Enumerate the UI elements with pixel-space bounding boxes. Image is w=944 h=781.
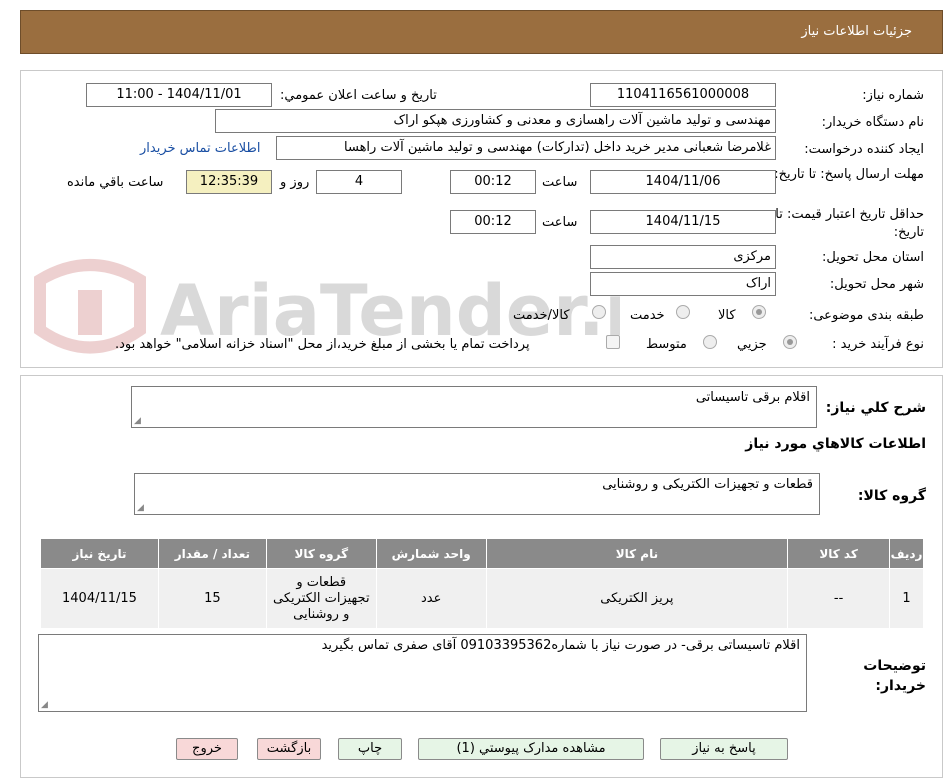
goods-group-textarea[interactable]: قطعات و تجهیزات الکتریکی و روشنایی ◢ — [134, 473, 820, 515]
buyer-field[interactable]: مهندسی و تولید ماشین آلات راهسازی و معدن… — [215, 109, 776, 133]
category-label: طبقه بندی موضوعی: — [808, 308, 924, 323]
col-date-header: تاريخ نياز — [40, 538, 159, 569]
announce-label: تاریخ و ساعت اعلان عمومي: — [280, 88, 437, 103]
exit-button[interactable]: خروج — [176, 738, 238, 760]
buyer-notes-textarea[interactable]: اقلام تاسیساتی برقی- در صورت نیاز با شما… — [38, 634, 807, 712]
announce-field[interactable]: 1404/11/01 - 11:00 — [86, 83, 272, 107]
province-field[interactable]: مرکزی — [590, 245, 776, 269]
category-goods-service-radio[interactable] — [592, 305, 606, 319]
cell-date: 1404/11/15 — [40, 568, 159, 629]
cell-group: قطعات و تجهیزات الکتریکی و روشنایی — [265, 568, 377, 629]
deadline-date-field[interactable]: 1404/11/06 — [590, 170, 776, 194]
buyer-notes-text: اقلام تاسیساتی برقی- در صورت نیاز با شما… — [321, 638, 800, 653]
buyer-contact-link[interactable]: اطلاعات تماس خریدار — [140, 141, 260, 156]
category-goods-service-label: کالا/خدمت — [513, 308, 570, 323]
category-goods-label: کالا — [718, 308, 736, 323]
process-medium-label: متوسط — [646, 337, 687, 352]
deadline-label: مهلت ارسال پاسخ: تا تاريخ: — [774, 167, 924, 182]
goods-table: رديف کد کالا نام کالا واحد شمارش گروه کا… — [40, 538, 924, 629]
col-row-header: رديف — [889, 538, 924, 569]
process-label: نوع فرآیند خرید : — [832, 337, 924, 352]
category-service-radio[interactable] — [676, 305, 690, 319]
remaining-label: ساعت باقي مانده — [67, 175, 164, 190]
validity-time-field[interactable]: 00:12 — [450, 210, 536, 234]
need-number-label: شماره نیاز: — [862, 88, 924, 103]
summary-textarea[interactable]: اقلام برقی تاسیساتی ◢ — [131, 386, 817, 428]
days-label: روز و — [280, 175, 310, 190]
category-goods-radio[interactable] — [752, 305, 766, 319]
col-unit-header: واحد شمارش — [375, 538, 487, 569]
col-code-header: کد کالا — [787, 538, 891, 569]
cell-qty: 15 — [157, 568, 267, 629]
reply-button[interactable]: پاسخ به نياز — [660, 738, 788, 760]
buyer-notes-label: توضیحات خریدار: — [863, 658, 926, 694]
back-button[interactable]: بازگشت — [257, 738, 321, 760]
page-header: جزئیات اطلاعات نیاز — [20, 10, 943, 54]
validity-label: حداقل تاريخ اعتبار قيمت: تا تاريخ: — [775, 207, 924, 240]
validity-time-label: ساعت — [542, 215, 578, 230]
goods-group-text: قطعات و تجهیزات الکتریکی و روشنایی — [602, 477, 813, 492]
page-title: جزئیات اطلاعات نیاز — [801, 24, 912, 39]
summary-label: شرح کلي نياز: — [825, 400, 926, 416]
validity-date-field[interactable]: 1404/11/15 — [590, 210, 776, 234]
remaining-time-field: 12:35:39 — [186, 170, 272, 194]
resize-handle-icon[interactable]: ◢ — [134, 416, 141, 426]
goods-info-title: اطلاعات کالاهاي مورد نياز — [745, 436, 926, 452]
process-small-label: جزیي — [737, 337, 767, 352]
creator-label: ایجاد کننده درخواست: — [804, 142, 924, 157]
days-remaining-field[interactable]: 4 — [316, 170, 402, 194]
col-qty-header: تعداد / مقدار — [157, 538, 267, 569]
table-header-row: رديف کد کالا نام کالا واحد شمارش گروه کا… — [40, 538, 924, 569]
cell-row: 1 — [889, 568, 924, 629]
print-button[interactable]: چاپ — [338, 738, 402, 760]
payment-note: پرداخت تمام یا بخشی از مبلغ خرید،از محل … — [115, 337, 530, 352]
deadline-time-label: ساعت — [542, 175, 578, 190]
summary-text: اقلام برقی تاسیساتی — [695, 390, 810, 405]
process-medium-radio[interactable] — [703, 335, 717, 349]
resize-handle-icon[interactable]: ◢ — [137, 503, 144, 513]
col-group-header: گروه کالا — [265, 538, 377, 569]
cell-name: پریز الکتریکی — [485, 568, 789, 629]
resize-handle-icon[interactable]: ◢ — [41, 700, 48, 710]
cell-code: -- — [787, 568, 891, 629]
goods-group-label: گروه کالا: — [857, 488, 926, 504]
col-name-header: نام کالا — [485, 538, 789, 569]
process-small-radio[interactable] — [783, 335, 797, 349]
view-attachments-button[interactable]: مشاهده مدارک پيوستي (1) — [418, 738, 644, 760]
province-label: استان محل تحویل: — [822, 250, 924, 265]
creator-field[interactable]: غلامرضا شعبانی مدیر خرید داخل (تدارکات) … — [276, 136, 776, 160]
table-row[interactable]: 1 -- پریز الکتریکی عدد قطعات و تجهیزات ا… — [40, 568, 924, 629]
city-field[interactable]: اراک — [590, 272, 776, 296]
buyer-label: نام دستگاه خريدار: — [821, 115, 924, 130]
category-service-label: خدمت — [630, 308, 665, 323]
treasury-checkbox[interactable] — [606, 335, 620, 349]
cell-unit: عدد — [375, 568, 487, 629]
city-label: شهر محل تحویل: — [829, 277, 924, 292]
deadline-time-field[interactable]: 00:12 — [450, 170, 536, 194]
need-number-field[interactable]: 1104116561000008 — [590, 83, 776, 107]
